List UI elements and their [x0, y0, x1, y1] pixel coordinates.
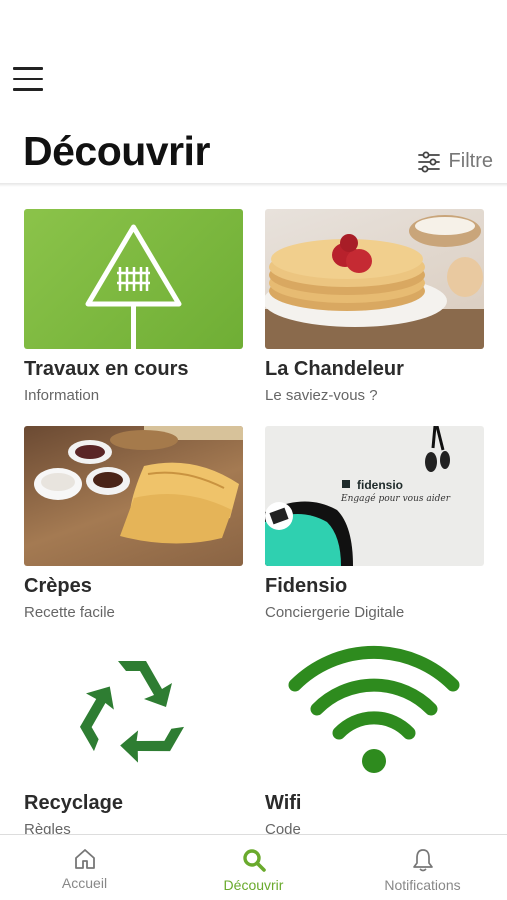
card-wifi[interactable]: Wifi Code — [265, 643, 484, 834]
card-title: Wifi — [265, 792, 302, 814]
card-title: Crèpes — [24, 575, 92, 597]
recycle-icon — [24, 643, 243, 783]
card-recyclage[interactable]: Recyclage Règles — [24, 643, 243, 834]
filter-button[interactable]: Filtre — [417, 150, 493, 173]
card-title: La Chandeleur — [265, 358, 404, 380]
card-chandeleur[interactable]: La Chandeleur Le saviez-vous ? — [265, 209, 484, 404]
fidensio-brand: fidensio — [357, 478, 404, 492]
tab-notifications[interactable]: Notifications — [338, 835, 507, 900]
tab-label: Accueil — [61, 875, 108, 891]
tab-decouvrir[interactable]: Découvrir — [169, 835, 338, 900]
card-subtitle: Règles — [24, 821, 71, 834]
card-travaux[interactable]: Travaux en cours Information — [24, 209, 243, 404]
railway-crossing-sign-image — [24, 209, 243, 349]
card-subtitle: Conciergerie Digitale — [265, 604, 405, 621]
crepes-image — [24, 426, 243, 566]
card-subtitle: Recette facile — [24, 604, 115, 621]
card-subtitle: Code — [265, 821, 301, 834]
tab-label: Notifications — [384, 877, 461, 893]
card-title: Recyclage — [24, 792, 123, 814]
tab-accueil[interactable]: Accueil — [0, 835, 169, 900]
card-title: Travaux en cours — [24, 358, 189, 380]
home-icon — [74, 849, 95, 869]
discover-grid: Travaux en cours Information La Chandele… — [24, 209, 484, 834]
fidensio-tagline: Engagé pour vous aider — [341, 494, 450, 504]
card-subtitle: Information — [24, 387, 100, 404]
card-crepes[interactable]: Crèpes Recette facile — [24, 426, 243, 621]
bell-icon — [412, 849, 433, 872]
tab-label: Découvrir — [223, 877, 284, 893]
search-icon — [242, 849, 266, 872]
pancake-stack-image — [265, 209, 484, 349]
card-title: Fidensio — [265, 575, 348, 597]
filter-label: Filtre — [448, 150, 493, 172]
bottom-tab-bar: Accueil Découvrir Notifications — [0, 834, 507, 900]
card-subtitle: Le saviez-vous ? — [265, 387, 378, 404]
sliders-icon — [417, 151, 440, 172]
hamburger-menu-icon[interactable] — [13, 67, 43, 93]
header-divider — [0, 183, 507, 187]
fidensio-banner-image: fidensio Engagé pour vous aider — [265, 426, 484, 566]
wifi-icon — [265, 643, 484, 783]
page-title: Découvrir — [23, 128, 210, 174]
card-fidensio[interactable]: fidensio Engagé pour vous aider Fidensio… — [265, 426, 484, 621]
